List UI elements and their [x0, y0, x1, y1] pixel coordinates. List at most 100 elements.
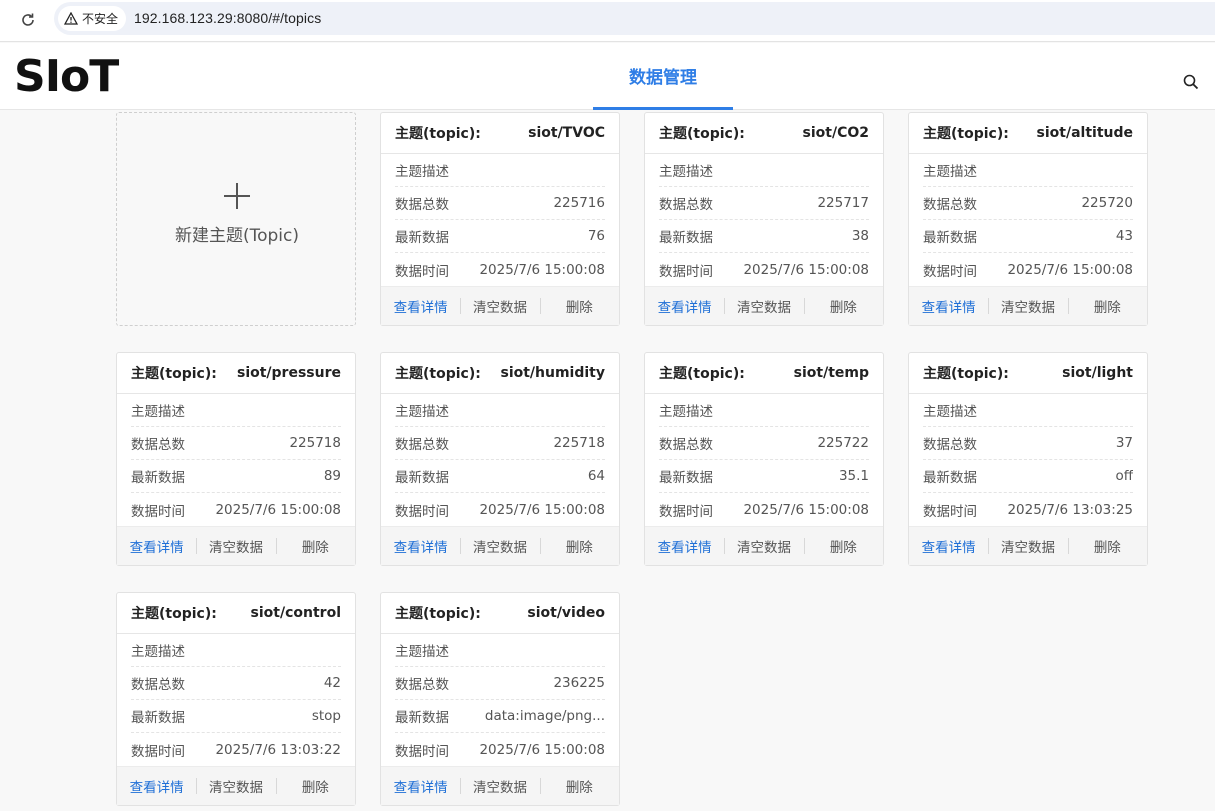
topic-card: 主题(topic): siot/temp 主题描述 数据总数 225722 最新… — [644, 352, 884, 566]
new-topic-card[interactable]: 新建主题(Topic) — [116, 112, 356, 326]
topic-name: siot/video — [527, 605, 605, 621]
topic-card-actions: 查看详情 清空数据 删除 — [645, 286, 883, 325]
delete-button[interactable]: 删除 — [803, 536, 883, 556]
address-bar[interactable]: 不安全 192.168.123.29:8080/#/topics — [54, 2, 1215, 35]
view-details-button[interactable]: 查看详情 — [117, 536, 196, 556]
topic-name: siot/temp — [793, 365, 869, 381]
total-label: 数据总数 — [131, 437, 185, 453]
total-row: 数据总数 37 — [923, 427, 1133, 460]
clear-data-button[interactable]: 清空数据 — [724, 536, 803, 556]
latest-row: 最新数据 35.1 — [659, 460, 869, 493]
total-row: 数据总数 225718 — [395, 427, 605, 460]
total-label: 数据总数 — [923, 437, 977, 453]
topic-card: 主题(topic): siot/video 主题描述 数据总数 236225 最… — [380, 592, 620, 806]
reload-button[interactable] — [17, 9, 39, 31]
time-value: 2025/7/6 15:00:08 — [479, 501, 605, 518]
security-chip[interactable]: 不安全 — [58, 6, 127, 31]
time-label: 数据时间 — [923, 263, 977, 280]
latest-label: 最新数据 — [659, 470, 713, 486]
clear-data-button[interactable]: 清空数据 — [460, 536, 539, 556]
total-label: 数据总数 — [395, 677, 449, 693]
latest-row: 最新数据 89 — [131, 460, 341, 493]
topic-prefix: 主题(topic): — [131, 366, 217, 382]
description-row: 主题描述 — [395, 394, 605, 427]
topic-card-body: 主题描述 数据总数 225718 最新数据 64 数据时间 2025/7/6 1… — [381, 394, 619, 526]
topic-card: 主题(topic): siot/control 主题描述 数据总数 42 最新数… — [116, 592, 356, 806]
delete-button[interactable]: 删除 — [539, 536, 619, 556]
latest-label: 最新数据 — [131, 710, 185, 726]
topic-prefix: 主题(topic): — [923, 366, 1009, 382]
topic-prefix: 主题(topic): — [395, 606, 481, 622]
search-button[interactable] — [1180, 71, 1202, 93]
time-row: 数据时间 2025/7/6 15:00:08 — [395, 733, 605, 766]
latest-value: data:image/png... — [484, 708, 605, 724]
clear-data-button[interactable]: 清空数据 — [460, 776, 539, 796]
topic-name: siot/altitude — [1036, 125, 1133, 141]
latest-row: 最新数据 38 — [659, 220, 869, 253]
delete-button[interactable]: 删除 — [803, 296, 883, 316]
time-value: 2025/7/6 15:00:08 — [215, 501, 341, 518]
total-label: 数据总数 — [923, 197, 977, 213]
view-details-button[interactable]: 查看详情 — [645, 296, 724, 316]
security-label: 不安全 — [82, 12, 119, 26]
view-details-button[interactable]: 查看详情 — [909, 536, 988, 556]
view-details-button[interactable]: 查看详情 — [645, 536, 724, 556]
delete-button[interactable]: 删除 — [539, 296, 619, 316]
description-label: 主题描述 — [659, 164, 713, 180]
topic-card-header: 主题(topic): siot/CO2 — [645, 113, 883, 154]
total-value: 225718 — [553, 435, 605, 451]
siot-logo: SIoT — [14, 51, 119, 102]
latest-label: 最新数据 — [131, 470, 185, 486]
time-value: 2025/7/6 13:03:25 — [1007, 501, 1133, 518]
url-text[interactable]: 192.168.123.29:8080/#/topics — [134, 10, 321, 26]
view-details-button[interactable]: 查看详情 — [381, 536, 460, 556]
delete-button[interactable]: 删除 — [1067, 296, 1147, 316]
clear-data-button[interactable]: 清空数据 — [988, 296, 1067, 316]
time-row: 数据时间 2025/7/6 13:03:22 — [131, 733, 341, 766]
total-row: 数据总数 42 — [131, 667, 341, 700]
topic-card-actions: 查看详情 清空数据 删除 — [381, 766, 619, 805]
topic-name: siot/pressure — [236, 365, 341, 381]
topic-card-actions: 查看详情 清空数据 删除 — [381, 526, 619, 565]
delete-button[interactable]: 删除 — [1067, 536, 1147, 556]
view-details-button[interactable]: 查看详情 — [381, 296, 460, 316]
time-label: 数据时间 — [395, 743, 449, 760]
topic-name: siot/light — [1062, 365, 1133, 381]
view-details-button[interactable]: 查看详情 — [381, 776, 460, 796]
time-value: 2025/7/6 15:00:08 — [743, 261, 869, 278]
clear-data-button[interactable]: 清空数据 — [196, 536, 275, 556]
topic-card-actions: 查看详情 清空数据 删除 — [909, 526, 1147, 565]
total-label: 数据总数 — [131, 677, 185, 693]
latest-label: 最新数据 — [395, 470, 449, 486]
clear-data-button[interactable]: 清空数据 — [988, 536, 1067, 556]
topic-card-body: 主题描述 数据总数 225717 最新数据 38 数据时间 2025/7/6 1… — [645, 154, 883, 286]
total-label: 数据总数 — [659, 197, 713, 213]
delete-button[interactable]: 删除 — [539, 776, 619, 796]
topic-name: siot/TVOC — [528, 125, 605, 141]
delete-button[interactable]: 删除 — [275, 536, 355, 556]
time-label: 数据时间 — [923, 503, 977, 520]
topic-card-body: 主题描述 数据总数 37 最新数据 off 数据时间 2025/7/6 13:0… — [909, 394, 1147, 526]
clear-data-button[interactable]: 清空数据 — [196, 776, 275, 796]
view-details-button[interactable]: 查看详情 — [117, 776, 196, 796]
time-value: 2025/7/6 15:00:08 — [479, 261, 605, 278]
topic-card-header: 主题(topic): siot/altitude — [909, 113, 1147, 154]
delete-button[interactable]: 删除 — [275, 776, 355, 796]
clear-data-button[interactable]: 清空数据 — [724, 296, 803, 316]
warning-icon — [64, 12, 78, 25]
view-details-button[interactable]: 查看详情 — [909, 296, 988, 316]
topic-card-body: 主题描述 数据总数 42 最新数据 stop 数据时间 2025/7/6 13:… — [117, 634, 355, 766]
latest-value: 43 — [1115, 228, 1133, 244]
description-label: 主题描述 — [395, 644, 449, 660]
description-label: 主题描述 — [923, 164, 977, 180]
topic-card: 主题(topic): siot/TVOC 主题描述 数据总数 225716 最新… — [380, 112, 620, 326]
topic-prefix: 主题(topic): — [923, 126, 1009, 142]
topic-card-header: 主题(topic): siot/light — [909, 353, 1147, 394]
topic-prefix: 主题(topic): — [659, 126, 745, 142]
description-row: 主题描述 — [395, 634, 605, 667]
total-value: 37 — [1115, 435, 1133, 451]
clear-data-button[interactable]: 清空数据 — [460, 296, 539, 316]
tab-data-management[interactable]: 数据管理 — [593, 43, 733, 110]
topic-name: siot/CO2 — [802, 125, 869, 141]
description-row: 主题描述 — [131, 634, 341, 667]
